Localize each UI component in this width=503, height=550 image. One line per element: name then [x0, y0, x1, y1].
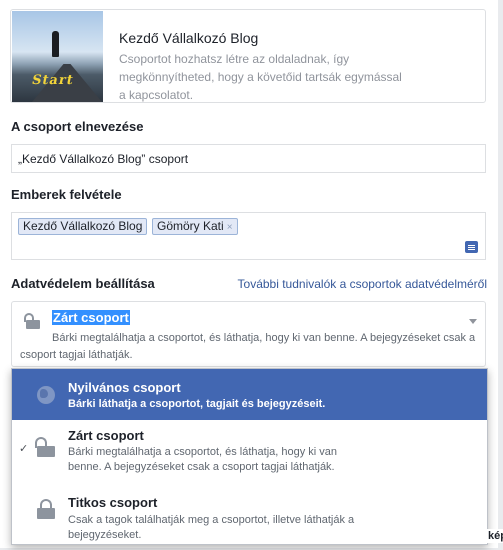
privacy-info-link[interactable]: További tudnivalók a csoportok adatvédel… [238, 277, 487, 291]
privacy-select[interactable]: Zárt csoport Bárki megtalálhatja a csopo… [11, 301, 486, 367]
group-header-card: Start Kezdő Vállalkozó Blog Csoportot ho… [10, 9, 486, 103]
token-label: Kezdő Vállalkozó Blog [23, 219, 143, 233]
privacy-option-secret[interactable]: Titkos csoport Csak a tagok találhatják … [12, 481, 487, 541]
privacy-option-closed[interactable]: ✓ Zárt csoport Bárki megtalálhatja a cso… [12, 421, 487, 475]
option-description: Csak a tagok találhatják meg a csoportot… [68, 514, 355, 541]
privacy-selected-title: Zárt csoport [52, 310, 130, 325]
privacy-option-public[interactable]: Nyilvános csoport Bárki láthatja a csopo… [12, 369, 487, 420]
group-name-label: A csoport elnevezése [11, 119, 144, 134]
lock-icon [37, 499, 55, 519]
add-people-label: Emberek felvétele [11, 187, 122, 202]
privacy-selected-description: Bárki megtalálhatja a csoportot, és láth… [20, 332, 476, 361]
suggestions-icon[interactable] [465, 241, 478, 253]
option-title: Nyilvános csoport [68, 380, 181, 395]
option-title: Titkos csoport [68, 495, 158, 510]
add-people-field[interactable]: Kezdő Vállalkozó Blog Gömöry Kati × [11, 212, 486, 260]
create-group-dialog: Start Kezdő Vállalkozó Blog Csoportot ho… [0, 0, 498, 548]
lock-icon [24, 313, 40, 329]
cover-photo: Start [12, 11, 103, 102]
people-token[interactable]: Gömöry Kati × [152, 218, 238, 235]
option-description: Bárki megtalálhatja a csoportot, és láth… [68, 446, 338, 473]
background-page-text: képe [486, 529, 503, 543]
cover-person [52, 31, 59, 57]
lock-icon [35, 437, 55, 457]
option-description: Bárki láthatja a csoportot, tagjait és b… [68, 398, 326, 410]
chevron-down-icon[interactable] [469, 319, 477, 324]
page-title: Kezdő Vállalkozó Blog [119, 30, 259, 46]
option-title: Zárt csoport [68, 428, 144, 443]
token-label: Gömöry Kati [157, 219, 224, 233]
cover-start-text: Start [30, 73, 76, 88]
check-icon: ✓ [19, 443, 29, 455]
group-name-input[interactable]: „Kezdő Vállalkozó Blog” csoport [11, 144, 486, 173]
close-icon[interactable]: × [227, 222, 233, 233]
page-description: Csoportot hozhatsz létre az oldaladnak, … [119, 52, 402, 102]
people-token[interactable]: Kezdő Vállalkozó Blog [18, 218, 148, 235]
privacy-dropdown-menu: Nyilvános csoport Bárki láthatja a csopo… [11, 368, 488, 545]
privacy-label: Adatvédelem beállítása [11, 276, 155, 291]
globe-icon [37, 386, 55, 404]
